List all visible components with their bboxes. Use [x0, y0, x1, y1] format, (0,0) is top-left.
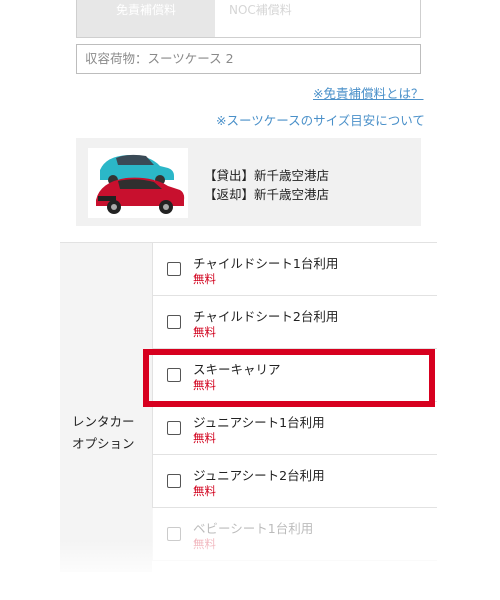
car-image [88, 148, 188, 218]
suitcase-size-link[interactable]: ※スーツケースのサイズ目安について [216, 110, 425, 129]
cargo-text: 収容荷物：スーツケース 2 [85, 51, 234, 66]
option-price: 無料 [193, 378, 216, 392]
checkbox[interactable] [167, 474, 181, 488]
return-store: 【返却】新千歳空港店 [204, 187, 330, 202]
insurance-info-link[interactable]: ※免責補償料とは？ [313, 83, 423, 102]
tab-noc[interactable]: NOC補償料 [217, 0, 417, 37]
option-price: 無料 [193, 431, 216, 445]
option-price: 無料 [193, 325, 216, 339]
options-label-cell: レンタカー オプション [60, 242, 152, 572]
cargo-field: 収容荷物：スーツケース 2 [76, 44, 421, 74]
option-name: チャイルドシート1台利用 [193, 256, 339, 271]
option-row-child-seat-2[interactable]: チャイルドシート2台利用 無料 [152, 296, 437, 349]
checkbox[interactable] [167, 262, 181, 276]
checkbox[interactable] [167, 315, 181, 329]
options-label-line1: レンタカー [72, 414, 135, 429]
rental-options-table: レンタカー オプション チャイルドシート1台利用 無料 チャイルドシート2台利用… [60, 242, 437, 572]
option-price: 無料 [193, 484, 216, 498]
option-row-junior-seat-2[interactable]: ジュニアシート2台利用 無料 [152, 455, 437, 508]
option-name: ジュニアシート2台利用 [193, 468, 325, 483]
coverage-tab-row: 免責補償料 NOC補償料 [76, 0, 421, 38]
pickup-store: 【貸出】新千歳空港店 [204, 168, 330, 183]
option-name: ベビーシート1台利用 [193, 521, 314, 536]
option-row-junior-seat-1[interactable]: ジュニアシート1台利用 無料 [152, 402, 437, 455]
bottom-fade [0, 540, 500, 600]
option-row-child-seat-1[interactable]: チャイルドシート1台利用 無料 [152, 243, 437, 296]
option-price: 無料 [193, 272, 216, 286]
option-row-ski-carrier[interactable]: スキーキャリア 無料 [152, 349, 437, 402]
option-name: スキーキャリア [193, 362, 281, 377]
option-name: ジュニアシート1台利用 [193, 415, 325, 430]
tab-insurance[interactable]: 免責補償料 [77, 0, 215, 37]
option-name: チャイルドシート2台利用 [193, 309, 339, 324]
checkbox[interactable] [167, 421, 181, 435]
checkbox[interactable] [167, 527, 181, 541]
options-label-line2: オプション [72, 436, 135, 451]
store-info-box: 【貸出】新千歳空港店 【返却】新千歳空港店 [76, 138, 421, 226]
checkbox[interactable] [167, 368, 181, 382]
